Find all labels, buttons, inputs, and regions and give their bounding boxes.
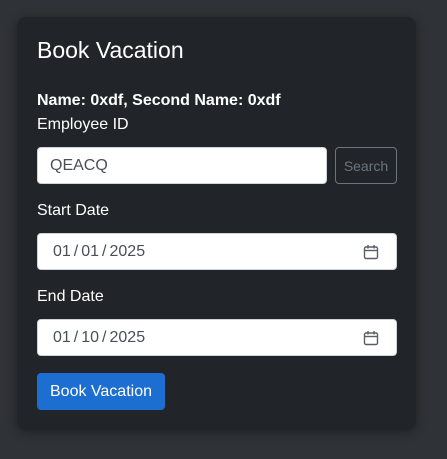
end-date-day[interactable]: 10 (81, 329, 99, 347)
book-vacation-button[interactable]: Book Vacation (37, 373, 165, 410)
start-date-year[interactable]: 2025 (110, 243, 146, 261)
page-title: Book Vacation (37, 37, 184, 63)
start-date-day[interactable]: 01 (81, 243, 99, 261)
end-date-input[interactable]: 01/10/2025 (37, 319, 397, 356)
search-button[interactable]: Search (335, 147, 397, 184)
date-separator: / (73, 242, 79, 260)
book-vacation-card: Book Vacation Name: 0xdf, Second Name: 0… (17, 17, 416, 430)
date-separator: / (73, 328, 79, 346)
start-date-label: Start Date (37, 202, 110, 219)
end-date-month[interactable]: 01 (53, 329, 71, 347)
end-date-year[interactable]: 2025 (110, 329, 146, 347)
date-separator: / (102, 242, 107, 260)
employee-id-label: Employee ID (37, 116, 129, 133)
employee-name-line: Name: 0xdf, Second Name: 0xdf (37, 92, 281, 109)
calendar-icon[interactable] (363, 244, 379, 260)
start-date-month[interactable]: 01 (53, 243, 71, 261)
start-date-input[interactable]: 01/01/2025 (37, 233, 397, 270)
calendar-icon[interactable] (363, 330, 379, 346)
date-separator: / (102, 328, 107, 346)
employee-id-input[interactable] (37, 147, 327, 184)
end-date-label: End Date (37, 288, 104, 305)
